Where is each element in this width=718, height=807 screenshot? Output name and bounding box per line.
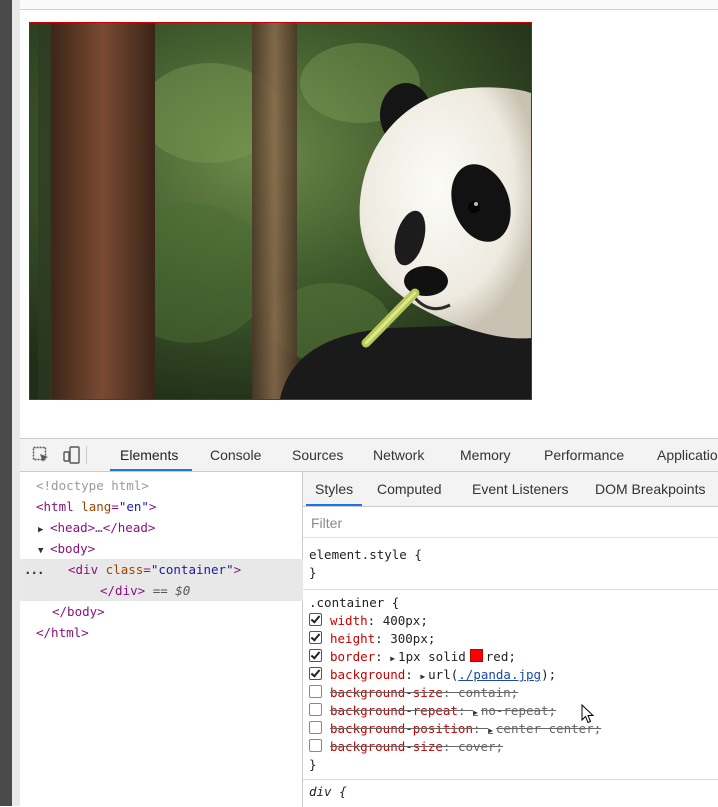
device-toolbar-icon[interactable] (62, 445, 82, 465)
prop-border-value-post[interactable]: red; (486, 649, 516, 664)
dom-head[interactable]: ▶ <head>…</head> (20, 517, 320, 538)
prop-background-size-contain[interactable]: background-size: contain; (309, 684, 518, 702)
tab-computed[interactable]: Computed (377, 472, 442, 506)
prop-width[interactable]: width: 400px; (309, 612, 428, 630)
prop-bg-repeat-value[interactable]: no-repeat; (481, 703, 556, 718)
prop-bg-repeat-name[interactable]: background-repeat (330, 703, 458, 718)
prop-background-value-post[interactable]: ); (541, 667, 556, 682)
toolbar-separator (86, 446, 87, 464)
tab-event-listeners[interactable]: Event Listeners (472, 472, 569, 506)
expand-shorthand-icon[interactable]: ▶ (390, 654, 395, 663)
prop-width-checkbox[interactable] (309, 613, 322, 626)
tab-memory[interactable]: Memory (460, 439, 511, 471)
styles-sub-toolbar: Styles Computed Event Listeners DOM Brea… (303, 472, 718, 507)
prop-width-name[interactable]: width (330, 613, 368, 628)
more-actions-icon[interactable]: ... (24, 559, 45, 580)
prop-bg-position-checkbox[interactable] (309, 721, 322, 734)
selected-node-marker: == $0 (152, 583, 191, 598)
html-tag-name: html (43, 499, 74, 514)
prop-border-name[interactable]: border (330, 649, 375, 664)
tab-styles[interactable]: Styles (305, 472, 363, 506)
prop-bg-size-contain-checkbox[interactable] (309, 685, 322, 698)
container-close: } (309, 757, 317, 772)
head-ellipsis: … (95, 520, 103, 535)
prop-bg-size-contain-value[interactable]: contain; (458, 685, 518, 700)
body-close-tag: </body> (52, 604, 105, 619)
color-swatch[interactable] (469, 649, 483, 662)
dom-html-open[interactable]: <html lang="en"> (20, 496, 318, 517)
div-class-attr: class (105, 562, 144, 577)
html-lang-attr: lang (81, 499, 112, 514)
viewport-top-bar (20, 0, 718, 10)
container-selector[interactable]: .container { (309, 594, 399, 612)
prop-bg-size-cover-name[interactable]: background-size (330, 739, 443, 754)
dom-html-close[interactable]: </html> (20, 622, 318, 643)
devtools-panel: Elements Console Sources Network Memory … (20, 438, 718, 807)
html-lang-value: "en" (118, 499, 149, 514)
styles-pane: Styles Computed Event Listeners DOM Brea… (303, 472, 718, 807)
prop-background-value-pre[interactable]: url( (428, 667, 458, 682)
tab-sources[interactable]: Sources (292, 439, 343, 471)
prop-background-checkbox[interactable] (309, 667, 322, 680)
prop-border-checkbox[interactable] (309, 649, 322, 662)
tab-elements[interactable]: Elements (109, 439, 193, 471)
panda-image-link[interactable]: ./panda.jpg (458, 667, 541, 682)
devtools-main-toolbar: Elements Console Sources Network Memory … (20, 439, 718, 472)
prop-background-name[interactable]: background (330, 667, 405, 682)
page-viewport (20, 0, 718, 438)
expand-shorthand-icon[interactable]: ▶ (420, 672, 425, 681)
prop-bg-repeat-checkbox[interactable] (309, 703, 322, 716)
element-style-selector[interactable]: element.style { (309, 546, 422, 564)
prop-background-position[interactable]: background-position: ▶ center center; (309, 720, 601, 738)
prop-border-value-pre[interactable]: 1px solid (398, 649, 466, 664)
html-close-tag: </html> (36, 625, 89, 640)
prop-height-checkbox[interactable] (309, 631, 322, 644)
div-tag-name: div (75, 562, 99, 577)
window-left-edge (0, 0, 12, 806)
tab-application[interactable]: Applicatio (657, 439, 718, 471)
dom-tree-pane: <!doctype html> <html lang="en"> ▶ <head>… (20, 472, 382, 807)
tab-network[interactable]: Network (373, 439, 424, 471)
div-selector[interactable]: div { (309, 783, 347, 801)
prop-background[interactable]: background: ▶ url(./panda.jpg); (309, 666, 556, 684)
prop-height-name[interactable]: height (330, 631, 375, 646)
tab-console[interactable]: Console (210, 439, 261, 471)
tab-performance[interactable]: Performance (544, 439, 624, 471)
dom-body-close[interactable]: </body> (20, 601, 334, 622)
prop-bg-size-cover-value[interactable]: cover; (458, 739, 503, 754)
prop-bg-size-cover-checkbox[interactable] (309, 739, 322, 752)
tab-dom-breakpoints[interactable]: DOM Breakpoints (595, 472, 705, 506)
prop-bg-position-name[interactable]: background-position (330, 721, 473, 736)
prop-width-value[interactable]: 400px; (383, 613, 428, 628)
dom-div-container[interactable]: ... <div class="container"> (20, 559, 350, 580)
div-close-tag: </div> (100, 583, 146, 598)
panda-image (30, 23, 531, 399)
mouse-cursor-icon (581, 704, 595, 724)
filter-row (303, 507, 718, 538)
doctype-text: <!doctype html> (36, 478, 149, 493)
div-class-value: "container" (150, 562, 234, 577)
dom-doctype[interactable]: <!doctype html> (20, 475, 318, 496)
expand-shorthand-icon[interactable]: ▶ (488, 726, 493, 735)
prop-background-repeat[interactable]: background-repeat: ▶ no-repeat; (309, 702, 556, 720)
element-style-close: } (309, 565, 317, 580)
body-tag-name: body (57, 541, 88, 556)
prop-border[interactable]: border: ▶ 1px solid red; (309, 648, 516, 666)
prop-bg-size-contain-name[interactable]: background-size (330, 685, 443, 700)
expand-shorthand-icon[interactable]: ▶ (473, 708, 478, 717)
inspect-element-icon[interactable] (31, 445, 51, 465)
section-divider (303, 779, 718, 780)
prop-height-value[interactable]: 300px; (390, 631, 435, 646)
container-div (29, 22, 532, 400)
filter-input[interactable] (309, 512, 693, 534)
head-tag-name: head (57, 520, 88, 535)
head-close-tag-name: head (117, 520, 148, 535)
prop-background-size-cover[interactable]: background-size: cover; (309, 738, 503, 756)
prop-height[interactable]: height: 300px; (309, 630, 435, 648)
dom-body-open[interactable]: ▼ <body> (20, 538, 320, 559)
section-divider (303, 589, 718, 590)
